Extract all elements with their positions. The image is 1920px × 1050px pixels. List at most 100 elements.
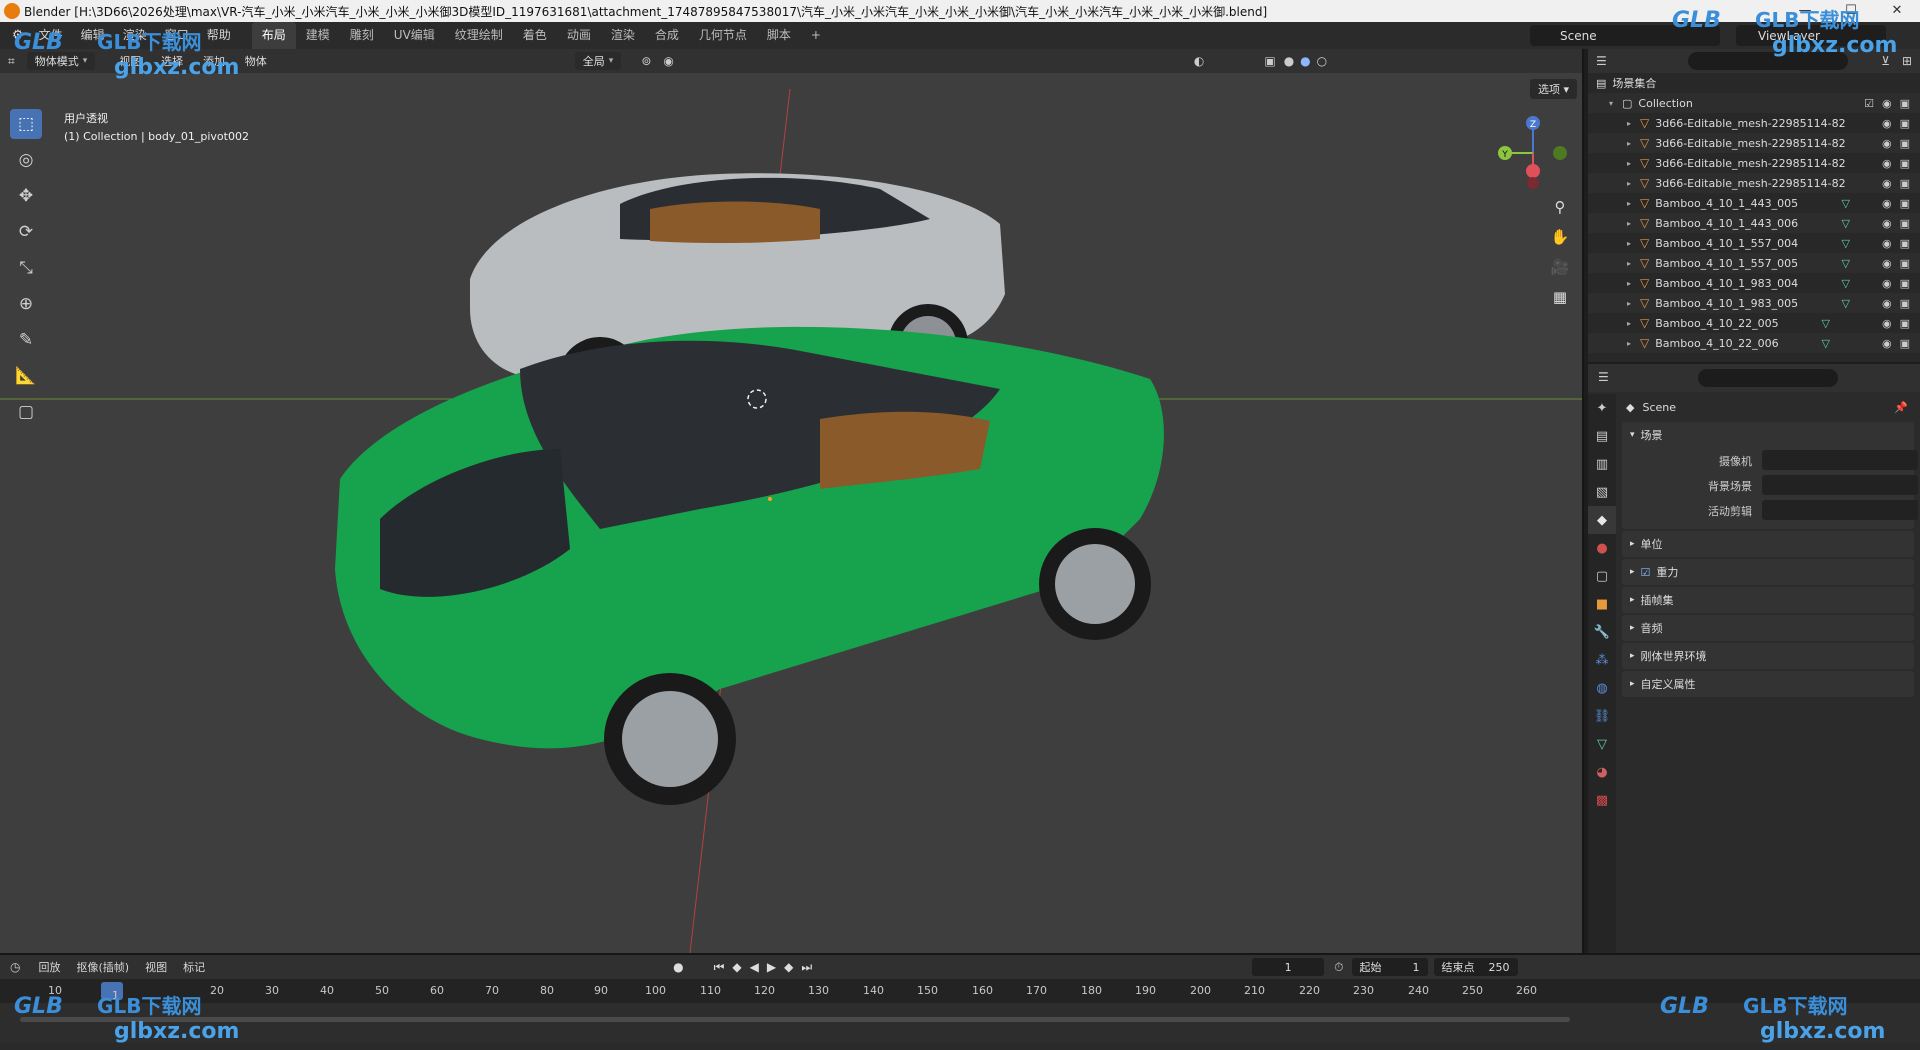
outliner-item[interactable]: ▸ ▽ 3d66-Editable_mesh-22985114-82 ◉ ▣ — [1588, 173, 1920, 193]
expand-icon[interactable]: ▸ — [1624, 199, 1634, 208]
tab-sculpting[interactable]: 雕刻 — [340, 22, 384, 49]
eye-icon[interactable]: ◉ — [1882, 197, 1892, 210]
menu-help[interactable]: 帮助 — [198, 22, 240, 49]
gravity-checkbox[interactable]: ☑ — [1641, 566, 1651, 579]
shading-solid-icon[interactable]: ● — [1284, 54, 1294, 68]
tab-uv-editing[interactable]: UV编辑 — [384, 22, 445, 49]
menu-marker[interactable]: 标记 — [175, 959, 213, 975]
camera-view-icon[interactable]: 🎥 — [1547, 254, 1573, 280]
material-tab-icon[interactable]: ◕ — [1588, 758, 1616, 786]
collection-tab-icon[interactable]: ▢ — [1588, 562, 1616, 590]
proportional-edit-icon[interactable]: ◉ — [663, 54, 673, 68]
zoom-icon[interactable]: ⚲ — [1547, 194, 1573, 220]
next-keyframe-icon[interactable]: ◆ — [784, 960, 793, 974]
physics-tab-icon[interactable]: ◍ — [1588, 674, 1616, 702]
add-cube-tool-icon[interactable]: ▢ — [10, 397, 42, 427]
tool-tab-icon[interactable]: ✦ — [1588, 394, 1616, 422]
menu-edit[interactable]: 编辑 — [72, 22, 114, 49]
expand-icon[interactable]: ▸ — [1624, 259, 1634, 268]
cursor-tool-icon[interactable]: ◎ — [10, 145, 42, 175]
measure-tool-icon[interactable]: 📐 — [10, 361, 42, 391]
camera-field[interactable] — [1762, 450, 1918, 470]
camera-icon[interactable]: ▣ — [1900, 117, 1910, 130]
menu-view[interactable]: 视图 — [111, 55, 149, 68]
outliner-item[interactable]: ▸ ▽ 3d66-Editable_mesh-22985114-82 ◉ ▣ — [1588, 113, 1920, 133]
outliner-item[interactable]: ▸ ▽ Bamboo_4_10_1_557_004 ▽ ◉ ▣ — [1588, 233, 1920, 253]
eye-icon[interactable]: ◉ — [1882, 337, 1892, 350]
tab-shading[interactable]: 着色 — [513, 22, 557, 49]
prev-keyframe-icon[interactable]: ◆ — [732, 960, 741, 974]
annotate-tool-icon[interactable]: ✎ — [10, 325, 42, 355]
outliner-collection[interactable]: ▾ ▢ Collection ☑ ◉ ▣ — [1588, 93, 1920, 113]
render-tab-icon[interactable]: ▤ — [1588, 422, 1616, 450]
outliner-item[interactable]: ▸ ▽ 3d66-Editable_mesh-22985114-82 ◉ ▣ — [1588, 133, 1920, 153]
camera-icon[interactable]: ▣ — [1900, 257, 1910, 270]
timeline-track[interactable] — [0, 1003, 1920, 1043]
constraints-tab-icon[interactable]: ⛓ — [1588, 702, 1616, 730]
outliner-scene-collection[interactable]: ▤ 场景集合 — [1588, 73, 1920, 93]
tab-layout[interactable]: 布局 — [251, 22, 296, 49]
gravity-panel[interactable]: ▸ ☑ 重力 — [1622, 559, 1914, 585]
expand-icon[interactable]: ▸ — [1624, 239, 1634, 248]
outliner-type-icon[interactable]: ☰ — [1596, 54, 1607, 68]
timeline-scrollbar[interactable] — [20, 1017, 1570, 1022]
custom-properties-panel[interactable]: ▸ 自定义属性 — [1622, 671, 1914, 697]
outliner-item[interactable]: ▸ ▽ 3d66-Editable_mesh-22985114-82 ◉ ▣ — [1588, 153, 1920, 173]
outliner-item[interactable]: ▸ ▽ Bamboo_4_10_1_983_004 ▽ ◉ ▣ — [1588, 273, 1920, 293]
output-tab-icon[interactable]: ▥ — [1588, 450, 1616, 478]
expand-icon[interactable]: ▸ — [1624, 219, 1634, 228]
scale-tool-icon[interactable]: ⤡ — [10, 253, 42, 283]
select-box-tool-icon[interactable]: ⬚ — [10, 109, 42, 139]
play-icon[interactable]: ▶ — [767, 960, 776, 974]
rotate-tool-icon[interactable]: ⟳ — [10, 217, 42, 247]
editor-type-icon[interactable]: ⌗ — [0, 54, 23, 69]
menu-file[interactable]: 文件 — [30, 22, 72, 49]
eye-icon[interactable]: ◉ — [1882, 237, 1892, 250]
background-scene-field[interactable] — [1762, 475, 1918, 495]
scene-selector[interactable]: Scene — [1530, 25, 1720, 46]
view-layer-tab-icon[interactable]: ▧ — [1588, 478, 1616, 506]
menu-select[interactable]: 选择 — [153, 55, 191, 68]
modifier-tab-icon[interactable]: 🔧 — [1588, 618, 1616, 646]
view-layer-selector[interactable]: ViewLayer — [1736, 25, 1886, 46]
eye-icon[interactable]: ◉ — [1882, 157, 1892, 170]
tab-animation[interactable]: 动画 — [557, 22, 601, 49]
camera-icon[interactable]: ▣ — [1900, 197, 1910, 210]
tab-texture-paint[interactable]: 纹理绘制 — [445, 22, 513, 49]
camera-icon[interactable]: ▣ — [1900, 97, 1910, 110]
camera-icon[interactable]: ▣ — [1900, 217, 1910, 230]
scene-section-header[interactable]: ▾ 场景 — [1622, 422, 1914, 448]
3d-viewport[interactable]: ⌗ 物体模式 ▾ 视图 选择 添加 物体 全局 ▾ ⊚ ◉ ◐ ▣ ● ● ○ 选项… — [0, 49, 1584, 953]
start-frame-input[interactable]: 起始 1 — [1351, 958, 1428, 976]
tab-modeling[interactable]: 建模 — [296, 22, 340, 49]
units-panel[interactable]: ▸ 单位 — [1622, 531, 1914, 557]
jump-end-icon[interactable]: ⏭ — [801, 960, 812, 975]
outliner-item[interactable]: ▸ ▽ Bamboo_4_10_1_443_005 ▽ ◉ ▣ — [1588, 193, 1920, 213]
expand-icon[interactable]: ▸ — [1624, 119, 1634, 128]
outliner-item[interactable]: ▸ ▽ Bamboo_4_10_1_557_005 ▽ ◉ ▣ — [1588, 253, 1920, 273]
tab-compositing[interactable]: 合成 — [645, 22, 689, 49]
timeline-type-icon[interactable]: ◷ — [0, 960, 30, 974]
camera-icon[interactable]: ▣ — [1900, 317, 1910, 330]
properties-type-icon[interactable]: ☰ — [1598, 370, 1609, 384]
eye-icon[interactable]: ◉ — [1882, 117, 1892, 130]
eye-icon[interactable]: ◉ — [1882, 297, 1892, 310]
checkbox-icon[interactable]: ☑ — [1864, 97, 1874, 110]
camera-icon[interactable]: ▣ — [1900, 137, 1910, 150]
camera-icon[interactable]: ▣ — [1900, 337, 1910, 350]
outliner-search-input[interactable] — [1688, 52, 1848, 70]
filter-icon[interactable]: ⊻ — [1881, 54, 1890, 68]
menu-object[interactable]: 物体 — [237, 55, 275, 68]
data-tab-icon[interactable]: ▽ — [1588, 730, 1616, 758]
tab-scripting[interactable]: 脚本 — [757, 22, 801, 49]
close-icon[interactable]: ✕ — [1874, 0, 1920, 22]
camera-icon[interactable]: ▣ — [1900, 157, 1910, 170]
transform-tool-icon[interactable]: ⊕ — [10, 289, 42, 319]
pin-icon[interactable]: 📌 — [1894, 401, 1908, 414]
active-clip-field[interactable] — [1762, 500, 1918, 520]
menu-timeline-view[interactable]: 视图 — [137, 959, 175, 975]
outliner-item[interactable]: ▸ ▽ Bamboo_4_10_1_443_006 ▽ ◉ ▣ — [1588, 213, 1920, 233]
camera-icon[interactable]: ▣ — [1900, 237, 1910, 250]
snap-icon[interactable]: ⊚ — [641, 54, 651, 68]
outliner-item[interactable]: ▸ ▽ Bamboo_4_10_1_983_005 ▽ ◉ ▣ — [1588, 293, 1920, 313]
